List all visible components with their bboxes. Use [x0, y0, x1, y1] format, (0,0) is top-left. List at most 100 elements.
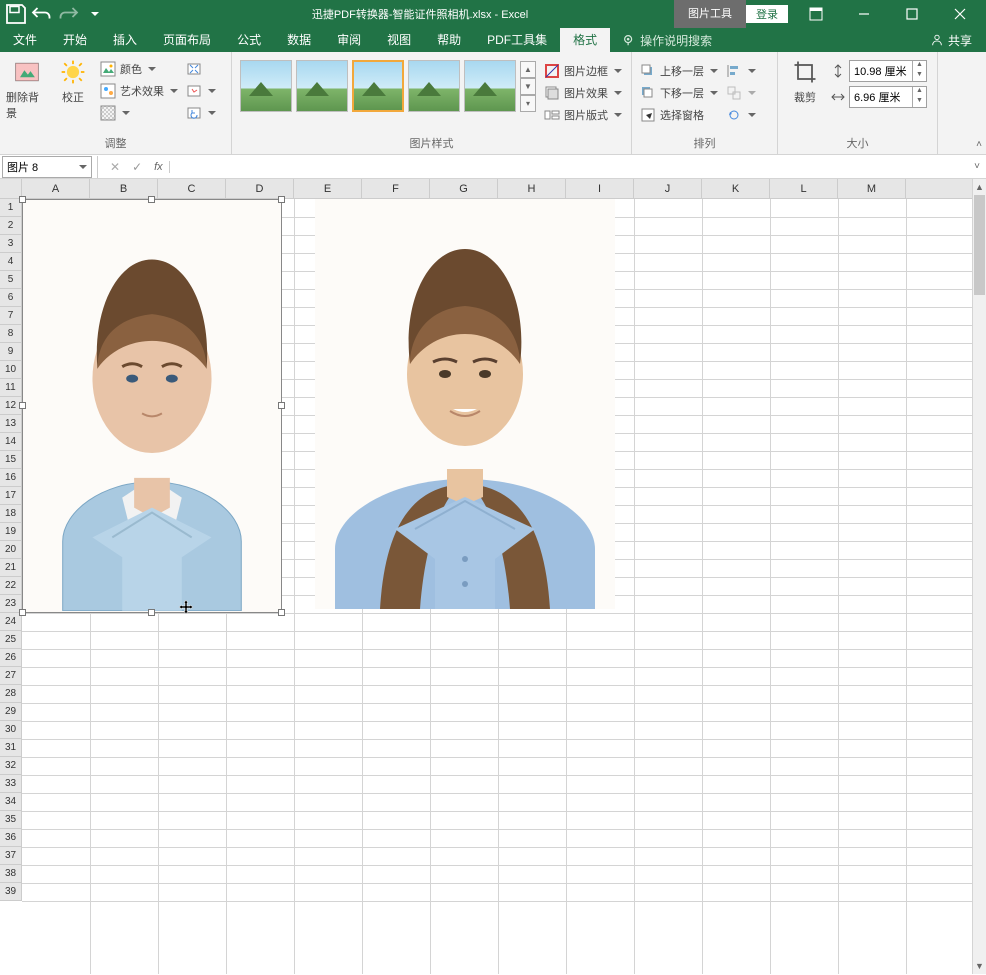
color-button[interactable]: 颜色	[98, 58, 180, 80]
reset-picture-icon[interactable]	[184, 102, 218, 124]
formula-bar-expand-icon[interactable]: ˅	[968, 161, 986, 172]
style-thumb[interactable]	[408, 60, 460, 112]
row-header[interactable]: 7	[0, 307, 22, 325]
col-header[interactable]: F	[362, 179, 430, 198]
picture-layout-button[interactable]: 图片版式	[542, 104, 624, 126]
scrollbar-thumb[interactable]	[974, 195, 985, 295]
formula-bar[interactable]	[174, 156, 968, 178]
row-header[interactable]: 28	[0, 685, 22, 703]
row-header[interactable]: 4	[0, 253, 22, 271]
row-header[interactable]: 35	[0, 811, 22, 829]
row-header[interactable]: 6	[0, 289, 22, 307]
corrections-button[interactable]: 校正	[52, 56, 94, 105]
send-backward-button[interactable]: 下移一层	[638, 82, 720, 104]
qat-customize-icon[interactable]	[82, 2, 106, 26]
embedded-picture[interactable]	[315, 199, 615, 609]
row-header[interactable]: 33	[0, 775, 22, 793]
row-header[interactable]: 11	[0, 379, 22, 397]
login-button[interactable]: 登录	[746, 5, 788, 23]
row-header[interactable]: 29	[0, 703, 22, 721]
row-header[interactable]: 31	[0, 739, 22, 757]
width-input[interactable]: 6.96 厘米▲▼	[849, 86, 927, 108]
tab-帮助[interactable]: 帮助	[424, 28, 474, 52]
selection-pane-button[interactable]: 选择窗格	[638, 104, 720, 126]
tab-文件[interactable]: 文件	[0, 28, 50, 52]
style-thumb[interactable]	[296, 60, 348, 112]
row-header[interactable]: 13	[0, 415, 22, 433]
col-header[interactable]: M	[838, 179, 906, 198]
col-header[interactable]: A	[22, 179, 90, 198]
picture-style-gallery[interactable]: ▲▼▾	[238, 56, 538, 116]
maximize-icon[interactable]	[892, 0, 932, 28]
close-icon[interactable]	[940, 0, 980, 28]
col-header[interactable]: G	[430, 179, 498, 198]
row-header[interactable]: 34	[0, 793, 22, 811]
tab-PDF工具集[interactable]: PDF工具集	[474, 28, 560, 52]
row-header[interactable]: 20	[0, 541, 22, 559]
compress-pictures-icon[interactable]	[184, 58, 218, 80]
remove-background-button[interactable]: 删除背景	[6, 56, 48, 121]
row-header[interactable]: 21	[0, 559, 22, 577]
style-thumb-selected[interactable]	[352, 60, 404, 112]
fx-icon[interactable]: fx	[154, 161, 170, 173]
tell-me[interactable]: 操作说明搜索	[610, 32, 712, 49]
row-header[interactable]: 26	[0, 649, 22, 667]
row-header[interactable]: 17	[0, 487, 22, 505]
row-header[interactable]: 16	[0, 469, 22, 487]
tab-视图[interactable]: 视图	[374, 28, 424, 52]
row-header[interactable]: 22	[0, 577, 22, 595]
align-icon[interactable]	[724, 60, 758, 82]
save-icon[interactable]	[4, 2, 28, 26]
col-header[interactable]: J	[634, 179, 702, 198]
col-header[interactable]: H	[498, 179, 566, 198]
row-header[interactable]: 19	[0, 523, 22, 541]
worksheet[interactable]: ABCDEFGHIJKLM 12345678910111213141516171…	[0, 179, 986, 974]
row-header[interactable]: 9	[0, 343, 22, 361]
style-thumb[interactable]	[464, 60, 516, 112]
tab-审阅[interactable]: 审阅	[324, 28, 374, 52]
artistic-effects-button[interactable]: 艺术效果	[98, 80, 180, 102]
style-thumb[interactable]	[240, 60, 292, 112]
row-header[interactable]: 30	[0, 721, 22, 739]
row-header[interactable]: 32	[0, 757, 22, 775]
transparency-button[interactable]	[98, 102, 180, 124]
tab-公式[interactable]: 公式	[224, 28, 274, 52]
col-header[interactable]: C	[158, 179, 226, 198]
tab-页面布局[interactable]: 页面布局	[150, 28, 224, 52]
row-header[interactable]: 39	[0, 883, 22, 901]
collapse-ribbon-icon[interactable]: ˄	[976, 139, 982, 150]
tab-格式[interactable]: 格式	[560, 28, 610, 52]
row-header[interactable]: 2	[0, 217, 22, 235]
ribbon-options-icon[interactable]	[796, 0, 836, 28]
row-header[interactable]: 3	[0, 235, 22, 253]
row-header[interactable]: 14	[0, 433, 22, 451]
enter-icon[interactable]: ✓	[132, 160, 142, 174]
col-header[interactable]: E	[294, 179, 362, 198]
row-header[interactable]: 25	[0, 631, 22, 649]
crop-button[interactable]: 裁剪	[784, 56, 826, 105]
row-header[interactable]: 27	[0, 667, 22, 685]
col-header[interactable]: L	[770, 179, 838, 198]
vertical-scrollbar[interactable]: ▲ ▼	[972, 179, 986, 974]
selected-picture[interactable]	[22, 199, 282, 613]
name-box[interactable]: 图片 8	[2, 156, 92, 178]
row-header[interactable]: 18	[0, 505, 22, 523]
tab-插入[interactable]: 插入	[100, 28, 150, 52]
row-header[interactable]: 5	[0, 271, 22, 289]
tab-开始[interactable]: 开始	[50, 28, 100, 52]
col-header[interactable]: K	[702, 179, 770, 198]
picture-effects-button[interactable]: 图片效果	[542, 82, 624, 104]
picture-border-button[interactable]: 图片边框	[542, 60, 624, 82]
row-header[interactable]: 10	[0, 361, 22, 379]
tab-数据[interactable]: 数据	[274, 28, 324, 52]
rotate-icon[interactable]	[724, 104, 758, 126]
minimize-icon[interactable]	[844, 0, 884, 28]
share-button[interactable]: 共享	[930, 32, 986, 49]
undo-icon[interactable]	[30, 2, 54, 26]
row-header[interactable]: 8	[0, 325, 22, 343]
col-header[interactable]: I	[566, 179, 634, 198]
cancel-icon[interactable]: ✕	[110, 160, 120, 174]
redo-icon[interactable]	[56, 2, 80, 26]
height-input[interactable]: 10.98 厘米▲▼	[849, 60, 927, 82]
bring-forward-button[interactable]: 上移一层	[638, 60, 720, 82]
